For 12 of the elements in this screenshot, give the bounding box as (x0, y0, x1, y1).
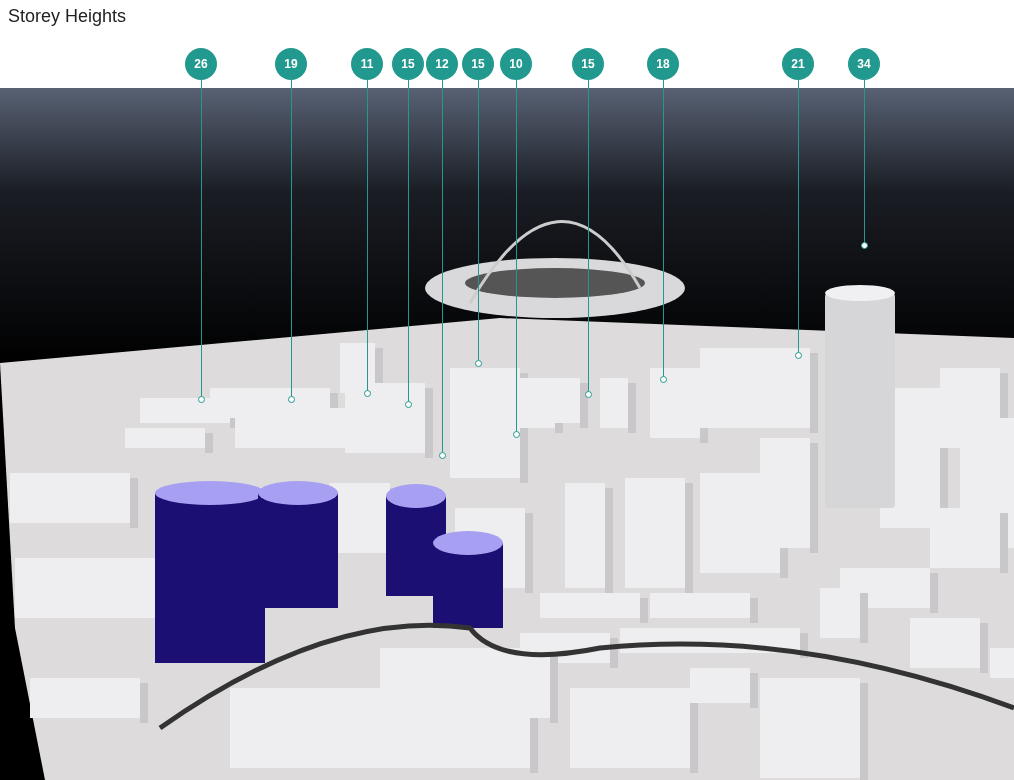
storey-count-badge[interactable]: 10 (500, 48, 532, 80)
storey-count-badge[interactable]: 19 (275, 48, 307, 80)
storey-count-badge[interactable]: 34 (848, 48, 880, 80)
storey-count-badge[interactable]: 18 (647, 48, 679, 80)
page-title: Storey Heights (8, 6, 127, 27)
storey-count-badge[interactable]: 12 (426, 48, 458, 80)
storey-count-badge[interactable]: 11 (351, 48, 383, 80)
storey-count-badge[interactable]: 21 (782, 48, 814, 80)
storey-count-badge[interactable]: 15 (572, 48, 604, 80)
storey-count-badge[interactable]: 26 (185, 48, 217, 80)
storey-count-badge[interactable]: 15 (462, 48, 494, 80)
storey-count-badge[interactable]: 15 (392, 48, 424, 80)
